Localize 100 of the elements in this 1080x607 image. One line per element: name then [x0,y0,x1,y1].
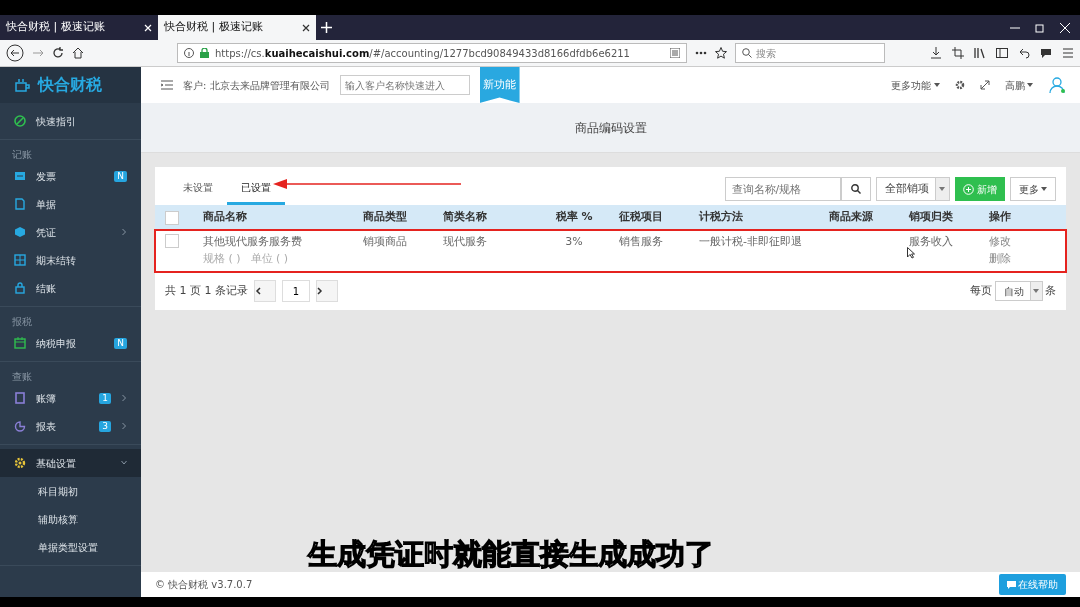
grid-icon [14,254,26,266]
url-text: https://cs.kuaihecaishui.com/#/accounting/1277bcd90849433d8166dfdb6e6211 [215,46,630,61]
restore-icon[interactable] [1035,22,1045,33]
sidebar-item[interactable]: 纳税申报 N [0,329,141,357]
previous-page-button[interactable] [254,280,276,302]
close-icon[interactable] [302,23,310,32]
sidebar-item-label: 基础设置 [36,456,76,471]
caret-icon [933,83,940,87]
search-placeholder: 搜索 [756,46,776,61]
table-cell: 现代服务 [443,235,487,248]
table-cell: 一般计税-非即征即退 [699,235,802,248]
back-icon[interactable] [6,44,24,62]
table-cell: 销售服务 [619,235,663,248]
tab[interactable]: 未设置 [169,173,227,205]
count-badge: 3 [99,420,111,432]
subtitle: 生成凭证时就能直接生成成功了 [308,540,714,569]
chevron-right-icon [317,287,323,295]
avatar-icon[interactable] [1048,76,1066,94]
sidebar-item[interactable]: 快速指引 [0,107,141,135]
column-header: 计税方法 [689,205,819,230]
per-page-suffix: 条 [1045,282,1056,299]
sidebar-item[interactable]: 账簿 1 [0,384,141,412]
sidebar-icon[interactable] [996,47,1008,59]
select-all-checkbox[interactable] [165,210,179,225]
sidebar-item[interactable]: 结账 [0,274,141,302]
column-header: 商品类型 [353,205,433,230]
search-icon [742,48,752,58]
count-badge: N [114,170,127,182]
sidebar-item[interactable]: 期末结转 [0,246,141,274]
copyright-text: © 快合财税 v3.7.0.7 [155,578,253,592]
forward-icon[interactable] [32,47,44,59]
crop-icon[interactable] [952,47,964,59]
sidebar-item-label: 期末结转 [36,253,76,268]
reload-icon[interactable] [52,47,64,59]
cube-icon [14,226,26,238]
menu-icon[interactable] [161,80,173,90]
column-header: 税率 % [529,205,609,230]
home-icon[interactable] [72,47,84,59]
gear-icon [14,457,26,469]
action-link[interactable]: 修改 [989,234,1066,251]
customer-search-field[interactable]: 输入客户名称快速进入 [339,75,470,95]
search-button[interactable] [840,177,871,201]
star-icon[interactable] [715,47,727,59]
cup-icon [14,77,30,93]
search-field[interactable]: 查询名称/规格 [724,177,841,201]
chat-icon[interactable] [1040,47,1052,59]
undo-icon[interactable] [1018,47,1030,59]
caret-icon [1033,289,1039,293]
chevron-down-icon[interactable] [121,459,127,467]
sidebar-item[interactable]: 报表 3 [0,412,141,440]
browser-tab[interactable]: 快合财税 | 极速记账 [158,15,316,40]
chat-icon [1006,580,1016,589]
lock-icon [14,282,26,294]
spec-label: 规格 ( ) [203,250,241,267]
count-badge: N [114,337,127,349]
sidebar-item-label: 快速指引 [36,114,76,129]
sidebar-item[interactable]: 发票 N [0,162,141,190]
sidebar-item[interactable]: 凭证 [0,218,141,246]
next-page-button[interactable] [316,280,338,302]
book-icon [14,392,26,404]
download-icon[interactable] [930,47,942,59]
column-header: 商品名称 [193,205,353,230]
search-field[interactable]: 搜索 [735,43,885,63]
caret-icon [939,187,945,191]
submenu-item[interactable]: 科目期初 [0,477,141,505]
more-icon[interactable] [695,51,707,55]
lock-icon [200,48,209,58]
sidebar-item-label: 单据 [36,197,56,212]
search-icon [850,184,861,194]
address-bar[interactable]: https://cs.kuaihecaishui.com/#/accounting/1277bcd90849433d8166dfdb6e6211 [177,43,687,63]
sidebar-item[interactable]: 基础设置 [0,449,141,477]
sidebar-item-label: 结账 [36,281,56,296]
sidebar-item-label: 凭证 [36,225,56,240]
reader-icon[interactable] [670,48,680,58]
more-button[interactable]: 更多 [1009,177,1056,201]
column-header: 商品来源 [819,205,899,230]
info-icon[interactable] [184,48,194,58]
table-cell: 服务收入 [909,235,953,248]
expand-icon[interactable] [979,80,990,90]
sidebar-item-label: 报表 [36,419,56,434]
section-label: 查账 [11,370,33,384]
filter-dropdown[interactable]: 全部销项 [875,177,950,201]
library-icon[interactable] [974,47,986,59]
sidebar-item[interactable]: 单据 [0,190,141,218]
sidebar-item-label: 账簿 [36,391,56,406]
app-logo: 快合财税 [38,74,102,96]
submenu-item[interactable]: 辅助核算 [0,505,141,533]
new-tab-icon[interactable] [321,22,332,33]
sidebar-item-label: 发票 [36,169,56,184]
browser-tab[interactable]: 快合财税 | 极速记账 [0,15,158,40]
menu-icon[interactable] [1062,47,1074,59]
more-functions-menu[interactable]: 更多功能 [891,77,940,93]
row-checkbox[interactable] [165,234,179,248]
action-link[interactable]: 删除 [989,250,1066,267]
user-menu[interactable]: 高鹏 [1004,77,1033,93]
per-page-dropdown[interactable]: 自动 [994,281,1043,301]
page-number-field[interactable]: 1 [282,280,310,302]
submenu-item[interactable]: 单据类型设置 [0,533,141,561]
settings-icon[interactable] [954,80,965,90]
chevron-left-icon [255,287,261,295]
